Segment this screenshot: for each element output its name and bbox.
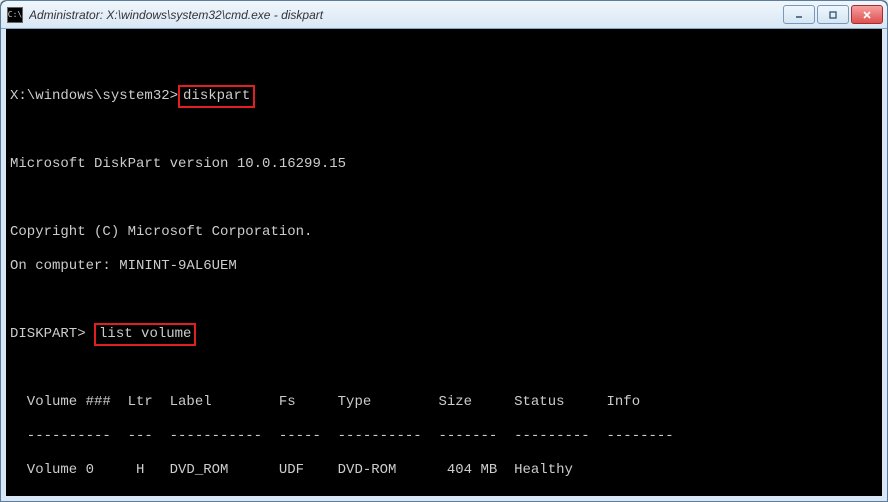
cmd-diskpart: diskpart [178,85,255,108]
diskpart-prompt: DISKPART> [10,326,86,342]
cmd-icon: C:\ [7,7,23,23]
table-header: Volume ### Ltr Label Fs Type Size Status… [10,394,882,411]
version-line: Microsoft DiskPart version 10.0.16299.15 [10,156,882,173]
prompt-text: X:\windows\system32> [10,88,178,104]
close-button[interactable] [851,5,883,24]
table-divider: ---------- --- ----------- ----- -------… [10,428,882,445]
window-controls [783,5,883,24]
minimize-button[interactable] [783,5,815,24]
copyright-line: Copyright (C) Microsoft Corporation. [10,224,882,241]
terminal-output[interactable]: X:\windows\system32>diskpart Microsoft D… [1,29,887,501]
window-title: Administrator: X:\windows\system32\cmd.e… [29,8,783,22]
titlebar[interactable]: C:\ Administrator: X:\windows\system32\c… [1,1,887,29]
cmd-list-volume: list volume [94,323,196,346]
table-row: Volume 0 H DVD_ROM UDF DVD-ROM 404 MB He… [10,462,882,479]
cmd-window: C:\ Administrator: X:\windows\system32\c… [0,0,888,502]
maximize-button[interactable] [817,5,849,24]
table-row: Volume 1 C System Rese NTFS Partition 54… [10,496,882,501]
computer-line: On computer: MININT-9AL6UEM [10,258,882,275]
